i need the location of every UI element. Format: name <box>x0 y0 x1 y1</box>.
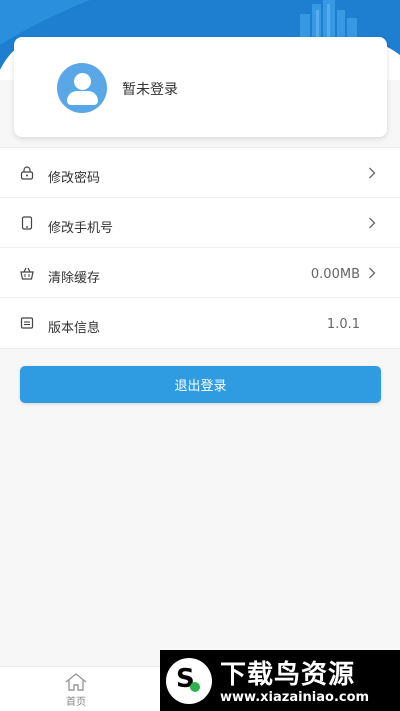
menu-item-label: 修改密码 <box>48 171 101 186</box>
menu-item-change-password[interactable]: 修改密码 <box>0 148 400 198</box>
avatar-body-shape <box>67 91 98 105</box>
settings-menu: 修改密码 修改手机号 清除缓存 0.00MB 版本信息 1.0.1 <box>0 147 400 349</box>
watermark-url: www.xiazainiao.com <box>220 690 370 705</box>
watermark-logo-dot <box>190 682 200 692</box>
menu-item-version-info[interactable]: 版本信息 1.0.1 <box>0 298 400 348</box>
profile-card[interactable]: 暂未登录 <box>14 37 387 137</box>
chevron-right-icon <box>369 217 376 229</box>
basket-icon <box>20 267 34 280</box>
tab-home[interactable]: 首页 <box>56 672 96 710</box>
logout-button[interactable]: 退出登录 <box>20 366 381 403</box>
home-icon <box>65 673 87 691</box>
avatar-head-shape <box>74 73 91 90</box>
menu-item-label: 版本信息 <box>48 321 101 336</box>
menu-item-label: 修改手机号 <box>48 221 114 236</box>
menu-item-clear-cache[interactable]: 清除缓存 0.00MB <box>0 248 400 298</box>
chevron-right-icon <box>369 267 376 279</box>
menu-item-change-phone[interactable]: 修改手机号 <box>0 198 400 248</box>
avatar[interactable] <box>57 63 107 113</box>
cache-size-value: 0.00MB <box>310 267 360 282</box>
login-status-text[interactable]: 暂未登录 <box>122 79 178 99</box>
phone-icon <box>21 216 33 230</box>
version-value: 1.0.1 <box>326 317 360 332</box>
menu-item-label: 清除缓存 <box>48 271 101 286</box>
chevron-right-icon <box>369 167 376 179</box>
tab-home-label: 首页 <box>66 697 86 708</box>
watermark-banner: S 下载鸟资源 www.xiazainiao.com <box>160 650 400 711</box>
watermark-logo: S <box>166 658 212 704</box>
watermark-title: 下载鸟资源 <box>220 660 356 690</box>
lock-icon <box>20 166 34 180</box>
info-card-icon <box>20 317 34 329</box>
